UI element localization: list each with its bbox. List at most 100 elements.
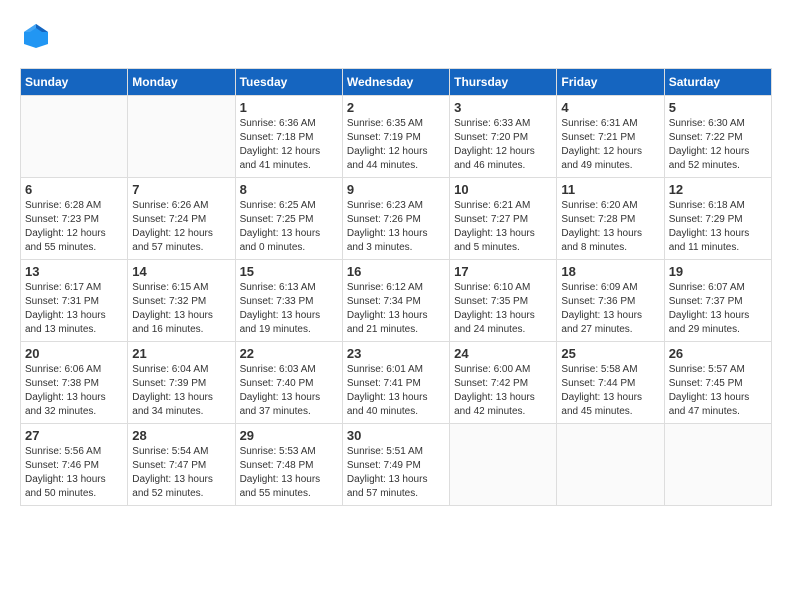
day-info: Sunrise: 6:20 AM Sunset: 7:28 PM Dayligh… <box>561 199 659 255</box>
calendar-cell: 16 Sunrise: 6:12 AM Sunset: 7:34 PM Dayli… <box>342 260 449 342</box>
logo <box>20 20 56 52</box>
day-number: 19 <box>669 264 767 279</box>
day-info: Sunrise: 6:09 AM Sunset: 7:36 PM Dayligh… <box>561 281 659 337</box>
day-info: Sunrise: 6:17 AM Sunset: 7:31 PM Dayligh… <box>25 281 123 337</box>
calendar-cell: 14 Sunrise: 6:15 AM Sunset: 7:32 PM Dayli… <box>128 260 235 342</box>
day-number: 23 <box>347 346 445 361</box>
day-info: Sunrise: 6:04 AM Sunset: 7:39 PM Dayligh… <box>132 363 230 419</box>
calendar-week-row: 27Sunrise: 5:56 AM Sunset: 7:46 PM Dayli… <box>21 424 772 506</box>
day-number: 28 <box>132 428 230 443</box>
day-number: 17 <box>454 264 552 279</box>
day-info: Sunrise: 6:25 AM Sunset: 7:25 PM Dayligh… <box>240 199 338 255</box>
day-info: Sunrise: 6:31 AM Sunset: 7:21 PM Dayligh… <box>561 117 659 173</box>
day-info: Sunrise: 5:53 AM Sunset: 7:48 PM Dayligh… <box>240 445 338 501</box>
day-info: Sunrise: 5:51 AM Sunset: 7:49 PM Dayligh… <box>347 445 445 501</box>
calendar-cell: 5 Sunrise: 6:30 AM Sunset: 7:22 PM Daylig… <box>664 96 771 178</box>
weekday-header: Thursday <box>450 69 557 96</box>
day-number: 26 <box>669 346 767 361</box>
calendar-cell: 18 Sunrise: 6:09 AM Sunset: 7:36 PM Dayli… <box>557 260 664 342</box>
day-info: Sunrise: 6:15 AM Sunset: 7:32 PM Dayligh… <box>132 281 230 337</box>
calendar-week-row: 1Sunrise: 6:36 AM Sunset: 7:18 PM Daylig… <box>21 96 772 178</box>
calendar-header-row: SundayMondayTuesdayWednesdayThursdayFrid… <box>21 69 772 96</box>
day-info: Sunrise: 6:21 AM Sunset: 7:27 PM Dayligh… <box>454 199 552 255</box>
day-number: 13 <box>25 264 123 279</box>
calendar-cell: 28 Sunrise: 5:54 AM Sunset: 7:47 PM Dayli… <box>128 424 235 506</box>
day-info: Sunrise: 6:06 AM Sunset: 7:38 PM Dayligh… <box>25 363 123 419</box>
day-number: 22 <box>240 346 338 361</box>
day-number: 27 <box>25 428 123 443</box>
day-number: 24 <box>454 346 552 361</box>
day-number: 4 <box>561 100 659 115</box>
calendar-cell: 26 Sunrise: 5:57 AM Sunset: 7:45 PM Dayli… <box>664 342 771 424</box>
day-info: Sunrise: 6:18 AM Sunset: 7:29 PM Dayligh… <box>669 199 767 255</box>
day-info: Sunrise: 5:57 AM Sunset: 7:45 PM Dayligh… <box>669 363 767 419</box>
calendar-cell: 21 Sunrise: 6:04 AM Sunset: 7:39 PM Dayli… <box>128 342 235 424</box>
day-info: Sunrise: 6:01 AM Sunset: 7:41 PM Dayligh… <box>347 363 445 419</box>
day-number: 15 <box>240 264 338 279</box>
page-header <box>20 20 772 52</box>
day-number: 5 <box>669 100 767 115</box>
calendar-cell <box>21 96 128 178</box>
weekday-header: Wednesday <box>342 69 449 96</box>
calendar-table: SundayMondayTuesdayWednesdayThursdayFrid… <box>20 68 772 506</box>
day-number: 6 <box>25 182 123 197</box>
day-info: Sunrise: 6:07 AM Sunset: 7:37 PM Dayligh… <box>669 281 767 337</box>
day-number: 12 <box>669 182 767 197</box>
calendar-cell: 25 Sunrise: 5:58 AM Sunset: 7:44 PM Dayli… <box>557 342 664 424</box>
day-info: Sunrise: 5:54 AM Sunset: 7:47 PM Dayligh… <box>132 445 230 501</box>
calendar-cell: 19 Sunrise: 6:07 AM Sunset: 7:37 PM Dayli… <box>664 260 771 342</box>
calendar-cell: 10 Sunrise: 6:21 AM Sunset: 7:27 PM Dayli… <box>450 178 557 260</box>
weekday-header: Tuesday <box>235 69 342 96</box>
calendar-cell: 24 Sunrise: 6:00 AM Sunset: 7:42 PM Dayli… <box>450 342 557 424</box>
day-number: 9 <box>347 182 445 197</box>
day-number: 16 <box>347 264 445 279</box>
day-number: 8 <box>240 182 338 197</box>
weekday-header: Saturday <box>664 69 771 96</box>
calendar-cell: 3Sunrise: 6:33 AM Sunset: 7:20 PM Daylig… <box>450 96 557 178</box>
day-info: Sunrise: 5:58 AM Sunset: 7:44 PM Dayligh… <box>561 363 659 419</box>
day-number: 1 <box>240 100 338 115</box>
calendar-week-row: 6 Sunrise: 6:28 AM Sunset: 7:23 PM Daylig… <box>21 178 772 260</box>
calendar-cell: 11 Sunrise: 6:20 AM Sunset: 7:28 PM Dayli… <box>557 178 664 260</box>
day-info: Sunrise: 6:12 AM Sunset: 7:34 PM Dayligh… <box>347 281 445 337</box>
day-info: Sunrise: 6:00 AM Sunset: 7:42 PM Dayligh… <box>454 363 552 419</box>
calendar-cell <box>557 424 664 506</box>
calendar-cell: 29 Sunrise: 5:53 AM Sunset: 7:48 PM Dayli… <box>235 424 342 506</box>
calendar-cell <box>128 96 235 178</box>
day-info: Sunrise: 6:23 AM Sunset: 7:26 PM Dayligh… <box>347 199 445 255</box>
day-number: 7 <box>132 182 230 197</box>
day-number: 20 <box>25 346 123 361</box>
day-info: Sunrise: 6:30 AM Sunset: 7:22 PM Dayligh… <box>669 117 767 173</box>
calendar-week-row: 20 Sunrise: 6:06 AM Sunset: 7:38 PM Dayli… <box>21 342 772 424</box>
calendar-cell: 23 Sunrise: 6:01 AM Sunset: 7:41 PM Dayli… <box>342 342 449 424</box>
weekday-header: Sunday <box>21 69 128 96</box>
weekday-header: Friday <box>557 69 664 96</box>
day-info: Sunrise: 6:35 AM Sunset: 7:19 PM Dayligh… <box>347 117 445 173</box>
calendar-cell: 17 Sunrise: 6:10 AM Sunset: 7:35 PM Dayli… <box>450 260 557 342</box>
day-number: 29 <box>240 428 338 443</box>
calendar-cell: 13 Sunrise: 6:17 AM Sunset: 7:31 PM Dayli… <box>21 260 128 342</box>
day-number: 10 <box>454 182 552 197</box>
day-info: Sunrise: 6:28 AM Sunset: 7:23 PM Dayligh… <box>25 199 123 255</box>
logo-icon <box>20 20 52 52</box>
day-info: Sunrise: 6:13 AM Sunset: 7:33 PM Dayligh… <box>240 281 338 337</box>
calendar-week-row: 13 Sunrise: 6:17 AM Sunset: 7:31 PM Dayli… <box>21 260 772 342</box>
calendar-cell: 12 Sunrise: 6:18 AM Sunset: 7:29 PM Dayli… <box>664 178 771 260</box>
day-number: 14 <box>132 264 230 279</box>
calendar-cell <box>664 424 771 506</box>
day-number: 18 <box>561 264 659 279</box>
calendar-cell: 22Sunrise: 6:03 AM Sunset: 7:40 PM Dayli… <box>235 342 342 424</box>
calendar-cell: 9 Sunrise: 6:23 AM Sunset: 7:26 PM Daylig… <box>342 178 449 260</box>
calendar-cell: 6 Sunrise: 6:28 AM Sunset: 7:23 PM Daylig… <box>21 178 128 260</box>
calendar-cell: 30 Sunrise: 5:51 AM Sunset: 7:49 PM Dayli… <box>342 424 449 506</box>
day-number: 30 <box>347 428 445 443</box>
calendar-cell: 8 Sunrise: 6:25 AM Sunset: 7:25 PM Daylig… <box>235 178 342 260</box>
day-info: Sunrise: 6:33 AM Sunset: 7:20 PM Dayligh… <box>454 117 552 173</box>
calendar-cell: 27Sunrise: 5:56 AM Sunset: 7:46 PM Dayli… <box>21 424 128 506</box>
calendar-cell: 20 Sunrise: 6:06 AM Sunset: 7:38 PM Dayli… <box>21 342 128 424</box>
day-number: 21 <box>132 346 230 361</box>
calendar-cell <box>450 424 557 506</box>
day-info: Sunrise: 6:10 AM Sunset: 7:35 PM Dayligh… <box>454 281 552 337</box>
day-number: 25 <box>561 346 659 361</box>
day-number: 11 <box>561 182 659 197</box>
